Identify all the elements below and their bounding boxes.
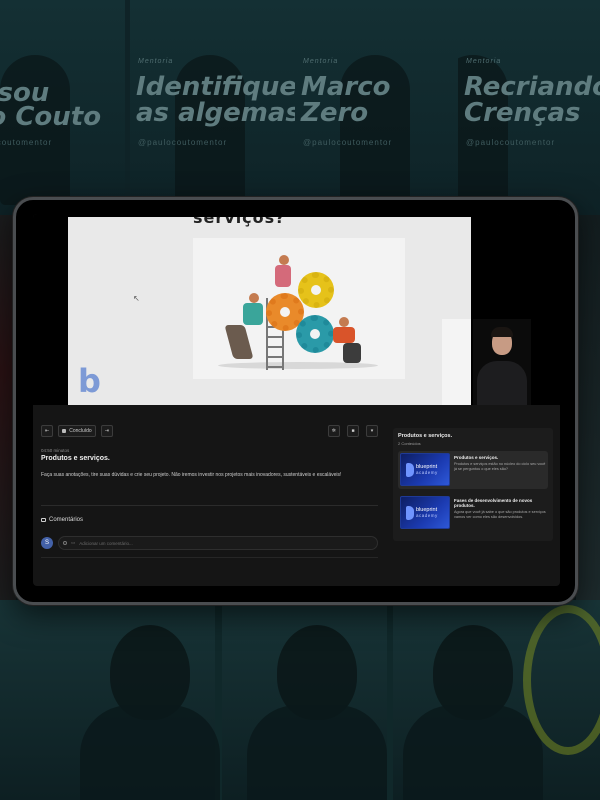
module-sidebar: Produtos e serviços. 2 Conteúdos bluepri… [393,428,553,541]
tablet-frame: serviços? b ↖ ⇤ Concluído ⇥ ✲ ■ ▾ 04:50 … [13,197,578,605]
background-people-strip [0,600,600,800]
slide-corner-panel [442,319,471,405]
background-side-right [576,215,600,605]
person-left [243,303,263,325]
lesson-thumbnail: blueprint academy [400,453,450,486]
comment-icon [41,518,46,522]
playlist-item-title: Fases de desenvolvimento de novos produt… [454,498,533,508]
person-right-legs [343,343,361,363]
background-person-body [80,705,220,800]
playlist-item-title: Produtos e serviços. [454,455,499,460]
lesson-description: Faça suas anotações, tire suas dúvidas e… [41,472,342,478]
comment-placeholder: Adicionar um comentário... [79,540,133,546]
comment-composer: S ▭ Adicionar um comentário... [41,536,378,550]
gear-teal-icon [296,315,334,353]
blueprint-logo-icon [406,463,414,477]
background-panel [222,600,387,800]
video-slide: serviços? b ↖ [68,217,471,405]
blueprint-logo-icon: b [78,362,101,400]
poster-title-line: ulo Couto [0,102,102,132]
background-panel [0,600,220,800]
poster-handle: @paulocoutomentor [138,138,228,147]
mark-complete-label: Concluído [69,428,92,434]
lock-icon: ■ [351,428,355,434]
illustration-shadow [218,362,378,369]
settings-button[interactable]: ✲ [327,425,340,437]
comments-heading-label: Comentários [49,517,84,523]
poster-title-line: Identifique [136,72,297,102]
previous-icon: ⇤ [45,428,50,434]
course-player-screen: serviços? b ↖ ⇤ Concluído ⇥ ✲ ■ ▾ 04:50 … [33,214,560,586]
lesson-thumbnail: blueprint academy [400,496,450,529]
gears-illustration [193,238,405,379]
gear-icon: ✲ [331,428,336,434]
mouse-cursor-icon: ↖ [133,294,140,303]
poster-kicker: Mentoria [138,58,174,65]
bookmark-icon: ▾ [370,428,374,434]
background-poster-strip: a, sou ulo Couto @paulocoutomentor Mento… [0,0,600,215]
gear-yellow-icon [298,272,334,308]
bookmark-button[interactable]: ▾ [366,425,378,437]
attach-icon[interactable]: ▭ [71,540,75,546]
presenter-webcam [473,319,531,405]
poster-kicker: Mentoria [466,58,502,65]
playlist-item-text: Produtos e serviços. Produtos e serviços… [454,453,546,487]
blueprint-logo-icon [406,506,414,520]
video-letterbox [531,214,560,405]
background-person-body [247,705,387,800]
comments-heading: Comentários [41,517,378,523]
module-title: Produtos e serviços. [398,433,453,439]
poster-title-line: Recriando [464,72,600,102]
playlist-item[interactable]: blueprint academy Produtos e serviços. P… [398,451,548,489]
playlist-item-text: Fases de desenvolvimento de novos produt… [454,496,546,530]
poster-2: Mentoria Identifique as algemas @pauloco… [130,0,300,215]
module-content-count: 2 Conteúdos [398,441,421,446]
lesson-content: ⇤ Concluído ⇥ ✲ ■ ▾ 04:50 minutos Produt… [41,424,378,558]
person-right [333,327,355,343]
checkbox-icon [62,429,67,433]
thumbnail-brand-sub: academy [416,470,438,475]
poster-title-line: as algemas [136,98,300,128]
poster-3: Mentoria Marco Zero @paulocoutomentor [295,0,465,215]
background-panel [393,600,600,800]
person-left-head [249,293,259,303]
poster-1: a, sou ulo Couto @paulocoutomentor [0,0,125,215]
lesson-actions: ✲ ■ ▾ [327,425,378,437]
thumbnail-brand-sub: academy [416,513,438,518]
lock-button[interactable]: ■ [347,425,359,437]
playlist-item[interactable]: blueprint academy Fases de desenvolvimen… [398,494,548,532]
playlist-item-description: Agora que você já sabe o que são produto… [454,510,546,519]
slide-title: serviços? [193,217,286,227]
poster-title-line: Marco [301,72,391,102]
previous-lesson-button[interactable]: ⇤ [41,425,54,437]
mark-complete-button[interactable]: Concluído [58,425,96,437]
lesson-title: Produtos e serviços. [41,455,110,462]
poster-title-line: Zero [301,98,369,128]
presenter-body [477,361,527,405]
poster-handle: @paulocoutomentor [303,138,393,147]
comment-input[interactable]: ▭ Adicionar um comentário... [58,536,378,550]
divider [41,557,378,558]
person-right-head [339,317,349,327]
presenter-hair [491,327,513,337]
playlist-item-description: Produtos e serviços estão no núcleo do c… [454,462,546,471]
next-icon: ⇥ [104,428,109,434]
poster-kicker: Mentoria [303,58,339,65]
emoji-icon[interactable] [63,541,67,545]
poster-handle: @paulocoutomentor [466,138,556,147]
background-person-body [403,705,543,800]
poster-4: Mentoria Recriando Crenças @paulocoutome… [458,0,600,215]
person-left-legs [224,325,254,359]
poster-handle: @paulocoutomentor [0,138,53,147]
person-on-ladder-head [279,255,289,265]
divider [41,505,378,506]
video-player[interactable]: serviços? b ↖ [33,214,560,405]
lesson-duration: 04:50 minutos [41,448,70,453]
next-lesson-button[interactable]: ⇥ [100,425,113,437]
person-on-ladder [275,265,291,287]
poster-title-line: Crenças [464,98,581,128]
lesson-controls: ⇤ Concluído ⇥ ✲ ■ ▾ [41,424,378,438]
avatar: S [41,537,53,549]
